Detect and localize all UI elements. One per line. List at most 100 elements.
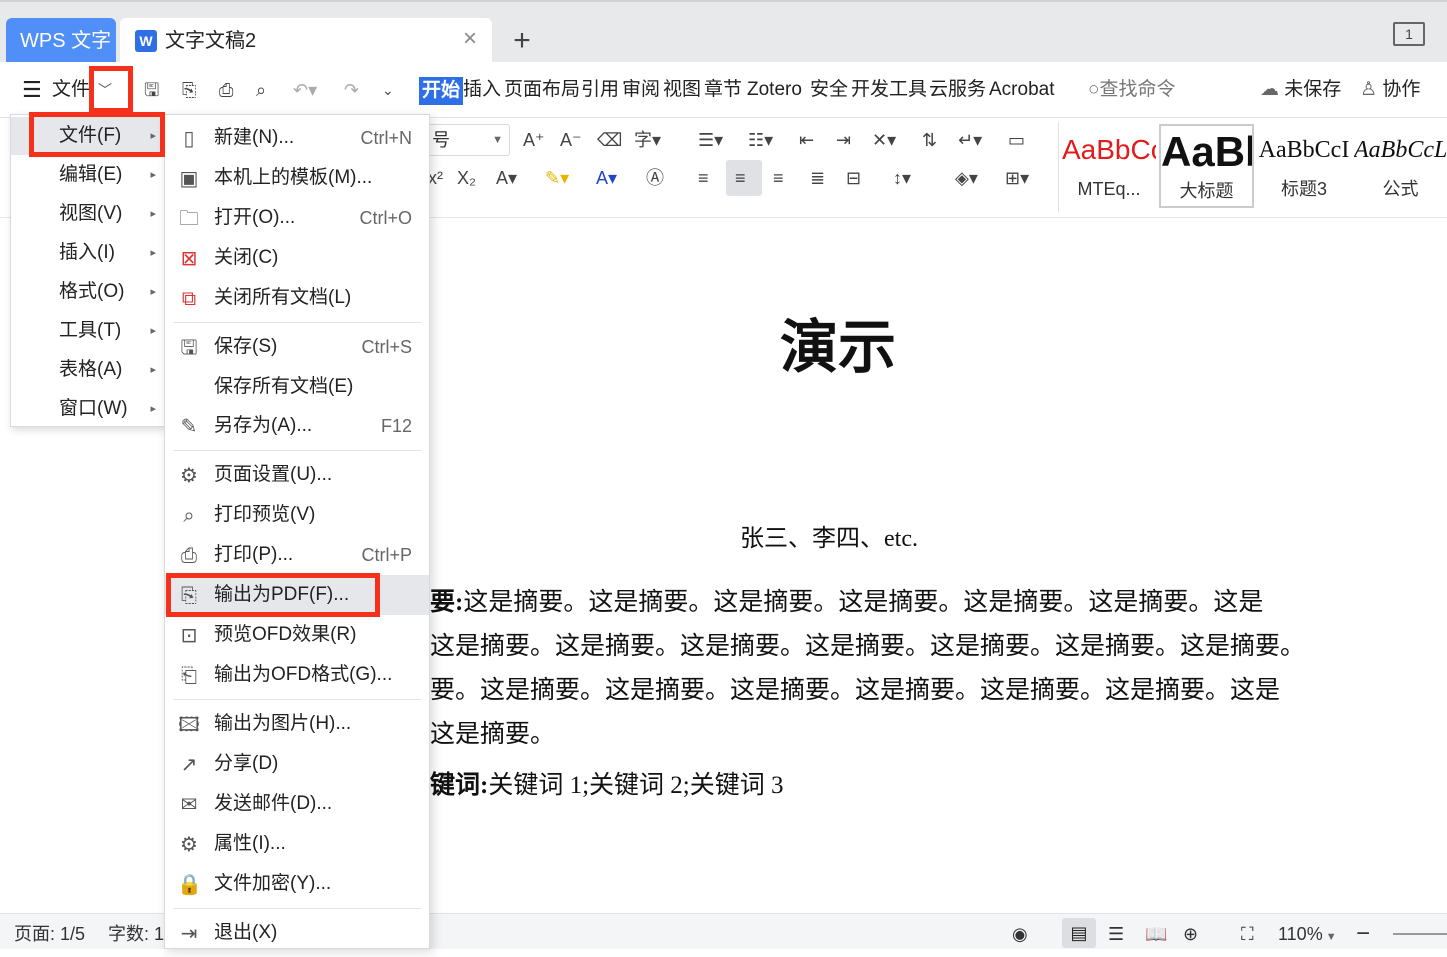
menu-item-insert[interactable]: 插入(I) ▸ — [11, 234, 164, 272]
menu-tab-developer[interactable]: 开发工具 — [851, 62, 927, 118]
increase-indent-icon[interactable]: ⇥ — [836, 129, 851, 151]
menu-export-ofd[interactable]: ⎗ 输出为OFD格式(G)... — [165, 655, 429, 695]
text-effect-icon[interactable]: A▾ — [496, 167, 517, 189]
numbered-list-icon[interactable]: ☷▾ — [748, 129, 773, 151]
menu-tab-review[interactable]: 审阅 — [622, 62, 660, 118]
grow-font-icon[interactable]: A⁺ — [523, 129, 545, 151]
zoom-level[interactable]: 110% ▼ — [1278, 914, 1337, 950]
menu-tab-chapter[interactable]: 章节 — [704, 62, 742, 118]
style-heading-big[interactable]: AaBb 大标题 — [1159, 124, 1254, 208]
menu-tab-page-layout[interactable]: 页面布局 — [504, 62, 580, 118]
show-marks-icon[interactable]: ↵▾ — [958, 129, 982, 151]
menu-export-image[interactable]: 🖾 输出为图片(H)... — [165, 704, 429, 744]
subscript-icon[interactable]: X₂ — [457, 167, 476, 189]
file-menu-button[interactable]: 文件 — [52, 62, 90, 118]
menu-item-tools[interactable]: 工具(T) ▸ — [11, 312, 164, 350]
menu-properties[interactable]: ⚙ 属性(I)... — [165, 824, 429, 864]
clear-format-icon[interactable]: ⌫ — [597, 129, 622, 151]
menu-tab-security[interactable]: 安全 — [810, 62, 848, 118]
print-icon[interactable]: ⎙ — [219, 80, 233, 100]
menu-item-table[interactable]: 表格(A) ▸ — [11, 351, 164, 389]
line-spacing-icon[interactable]: ↕▾ — [893, 167, 911, 189]
phonetic-icon[interactable]: 字▾ — [634, 129, 661, 151]
wps-app-tab[interactable]: WPS 文字 — [6, 18, 116, 64]
menu-send-email[interactable]: ✉ 发送邮件(D)... — [165, 784, 429, 824]
document-tab[interactable]: W 文字文稿2 × — [120, 18, 492, 64]
menu-share[interactable]: ↗ 分享(D) — [165, 744, 429, 784]
font-color-icon[interactable]: A▾ — [596, 167, 617, 189]
add-tab-icon[interactable]: + — [505, 24, 539, 58]
menu-item-edit[interactable]: 编辑(E) ▸ — [11, 156, 164, 194]
menu-close[interactable]: ⊠ 关闭(C) — [165, 238, 429, 278]
bullet-list-icon[interactable]: ☰▾ — [698, 129, 723, 151]
hamburger-menu-icon[interactable]: ☰ — [22, 62, 42, 118]
menu-tab-references[interactable]: 引用 — [581, 62, 619, 118]
menu-print[interactable]: ⎙ 打印(P)... Ctrl+P — [165, 535, 429, 575]
menu-item-window[interactable]: 窗口(W) ▸ — [11, 390, 164, 428]
unsaved-status[interactable]: ☁ 未保存 — [1260, 62, 1341, 118]
zoom-out-icon[interactable]: − — [1356, 914, 1370, 950]
sort-icon[interactable]: ⇅ — [922, 129, 937, 151]
align-left-icon[interactable]: ≡ — [698, 167, 709, 189]
menu-new[interactable]: ▯ 新建(N)... Ctrl+N — [165, 118, 429, 158]
style-name: 公式 — [1382, 179, 1419, 199]
menu-tab-zotero[interactable]: Zotero — [747, 62, 802, 118]
eye-protection-icon[interactable]: ◉ — [1012, 914, 1028, 950]
menu-tab-view[interactable]: 视图 — [663, 62, 701, 118]
distributed-icon[interactable]: ⊟ — [846, 167, 861, 189]
menu-item-view[interactable]: 视图(V) ▸ — [11, 195, 164, 233]
text-direction-icon[interactable]: ✕▾ — [872, 129, 896, 151]
menu-open[interactable]: 🗀 打开(O)... Ctrl+O — [165, 198, 429, 238]
collaborate-button[interactable]: ♙ 协作 — [1360, 62, 1420, 118]
search-command[interactable]: ○查找命令 — [1088, 62, 1176, 118]
menu-preview-ofd[interactable]: ⊡ 预览OFD效果(R) — [165, 615, 429, 655]
close-tab-icon[interactable]: × — [458, 27, 482, 52]
mail-icon: ✉ — [180, 794, 198, 816]
menu-tab-start[interactable]: 开始 — [419, 77, 464, 105]
justify-icon[interactable]: ≣ — [810, 167, 825, 189]
menu-local-templates[interactable]: ▣ 本机上的模板(M)... — [165, 158, 429, 198]
menu-encrypt[interactable]: 🔒 文件加密(Y)... — [165, 864, 429, 904]
save-icon[interactable]: 🖫 — [144, 80, 159, 100]
style-formula[interactable]: AaBbCcL 公式 — [1354, 124, 1447, 208]
page-indicator[interactable]: 页面: 1/5 — [14, 914, 85, 950]
fit-page-icon[interactable]: ⛶ — [1241, 914, 1254, 950]
menu-tab-cloud[interactable]: 云服务 — [929, 62, 986, 118]
align-center-button[interactable]: ≡ — [726, 160, 762, 196]
borders-icon[interactable]: ⊞▾ — [1005, 167, 1029, 189]
superscript-icon[interactable]: x² — [428, 167, 443, 189]
decrease-indent-icon[interactable]: ⇤ — [799, 129, 814, 151]
font-size-field[interactable]: 号 ▼ — [425, 124, 510, 156]
align-right-icon[interactable]: ≡ — [773, 167, 784, 189]
undo-icon[interactable]: ↶▾ — [293, 80, 317, 100]
menu-tab-acrobat[interactable]: Acrobat — [989, 62, 1054, 118]
menu-print-preview[interactable]: ⌕ 打印预览(V) — [165, 495, 429, 535]
menu-save-as[interactable]: ✎ 另存为(A)... F12 — [165, 406, 429, 446]
word-count[interactable]: 字数: 1 — [108, 914, 164, 950]
highlight-icon[interactable]: ✎▾ — [545, 167, 569, 189]
print-preview-icon[interactable]: ⌕ — [256, 80, 266, 100]
page-view-icon[interactable]: ▤ — [1062, 918, 1096, 948]
style-mteq[interactable]: AaBbCc MTEq... — [1062, 124, 1156, 208]
char-border-icon[interactable]: Ⓐ — [646, 167, 664, 189]
style-heading-3[interactable]: AaBbCcI 标题3 — [1257, 124, 1351, 208]
reading-view-icon[interactable]: 📖 — [1145, 914, 1167, 950]
menu-save-all[interactable]: 保存所有文档(E) — [165, 367, 429, 407]
menu-item-format[interactable]: 格式(O) ▸ — [11, 273, 164, 311]
menu-save[interactable]: 🖫 保存(S) Ctrl+S — [165, 327, 429, 367]
window-count-icon[interactable]: 1 — [1393, 22, 1425, 46]
export-pdf-icon[interactable]: ⎘ — [182, 80, 196, 100]
web-view-icon[interactable]: ⊕ — [1183, 914, 1198, 950]
zoom-slider[interactable] — [1393, 933, 1447, 935]
outline-view-icon[interactable]: ☰ — [1108, 914, 1124, 950]
shrink-font-icon[interactable]: A⁻ — [560, 129, 582, 151]
redo-icon[interactable]: ↷ — [344, 80, 359, 100]
ruler-icon[interactable]: ▭ — [1008, 129, 1025, 151]
menu-exit[interactable]: ⇥ 退出(X) — [165, 913, 429, 953]
menu-tab-insert[interactable]: 插入 — [463, 62, 501, 118]
quick-access-more-icon[interactable]: ⌄ — [382, 80, 394, 100]
style-sample: AaBbCcL — [1354, 137, 1447, 163]
shading-icon[interactable]: ◈▾ — [955, 167, 978, 189]
menu-page-setup[interactable]: ⚙ 页面设置(U)... — [165, 455, 429, 495]
menu-close-all[interactable]: ⧉ 关闭所有文档(L) — [165, 278, 429, 318]
